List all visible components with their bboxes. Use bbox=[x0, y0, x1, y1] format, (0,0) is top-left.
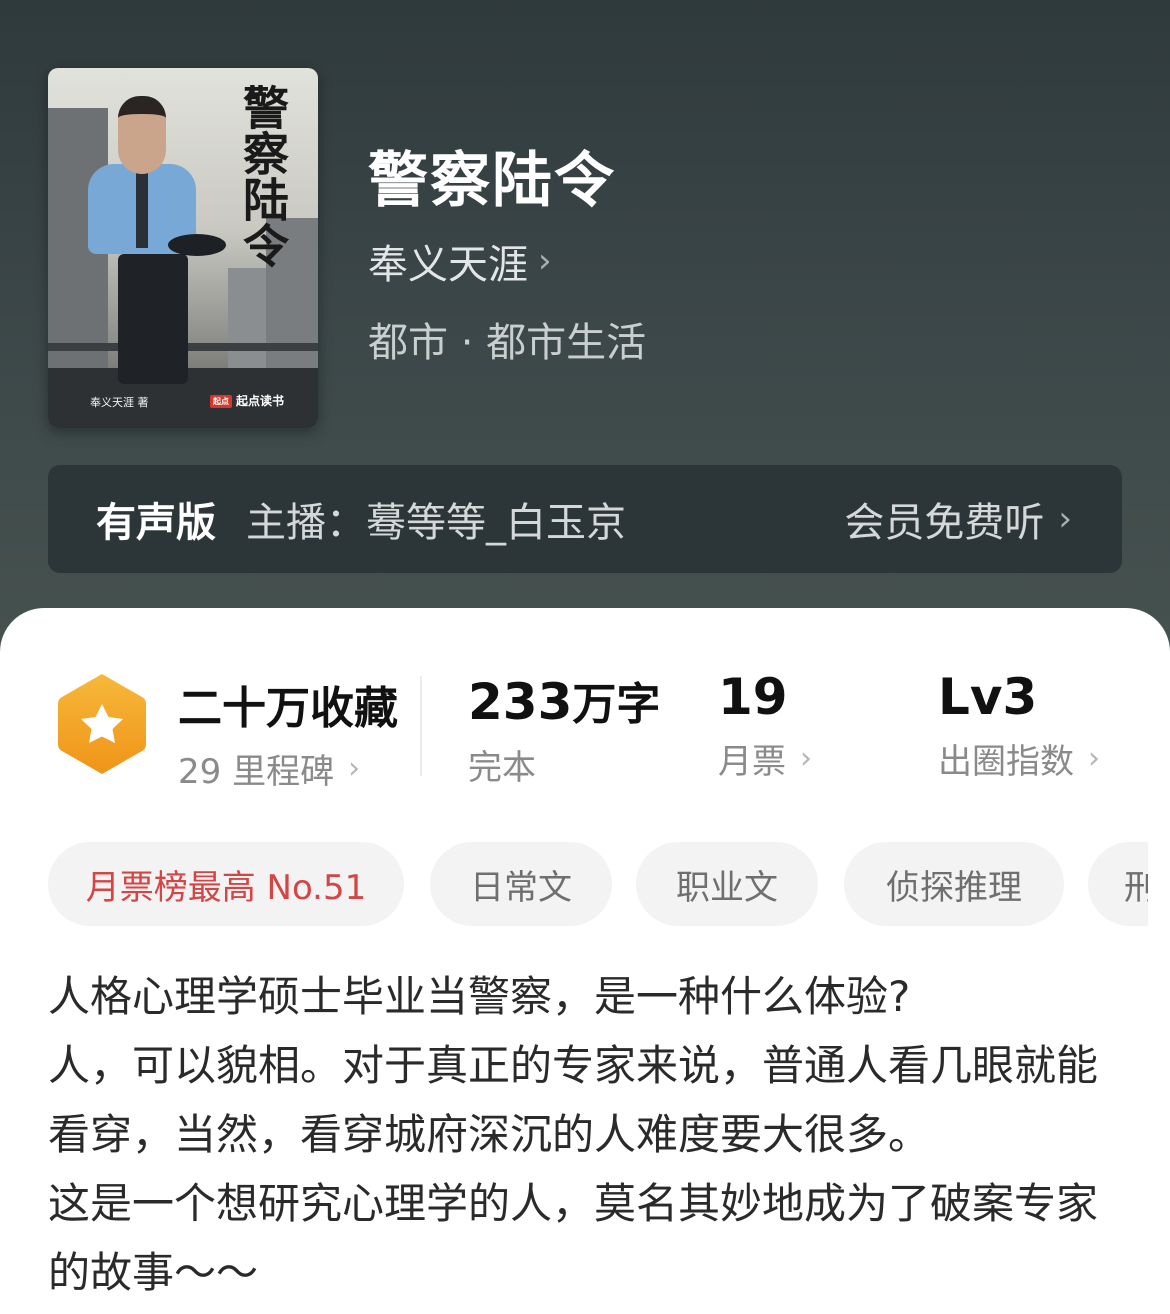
completion-status: 完本 bbox=[468, 748, 536, 788]
word-count-stat: 233万字 完本 bbox=[468, 668, 660, 789]
description-paragraph: 人格心理学硕士毕业当警察，是一种什么体验? bbox=[48, 972, 911, 1021]
author-name: 奉义天涯 bbox=[368, 242, 528, 288]
member-free-listen-button[interactable]: 会员免费听 › bbox=[844, 490, 1072, 548]
tag-item[interactable]: 日常文 bbox=[430, 842, 612, 926]
cover-author-tag: 奉义天涯 著 bbox=[90, 396, 149, 409]
word-count-unit: 万字 bbox=[572, 679, 661, 730]
chevron-right-icon: › bbox=[538, 241, 552, 281]
stat-divider bbox=[420, 676, 422, 776]
tag-item[interactable]: 刑 bbox=[1088, 842, 1148, 926]
tag-ranking[interactable]: 月票榜最高 No.51 bbox=[48, 842, 404, 926]
cover-figure-head bbox=[118, 96, 166, 174]
audio-anchor: 主播：蓦等等_白玉京 bbox=[246, 500, 626, 546]
chevron-right-icon: › bbox=[1088, 741, 1100, 776]
chevron-right-icon: › bbox=[800, 741, 812, 776]
chevron-right-icon: › bbox=[1058, 499, 1072, 539]
popularity-index-label: 出圈指数 bbox=[938, 742, 1074, 782]
milestone-label: 29 里程碑 bbox=[178, 752, 335, 792]
member-free-listen-label: 会员免费听 bbox=[844, 500, 1045, 546]
audio-label: 有声版 bbox=[96, 500, 216, 546]
cover-figure-legs bbox=[118, 254, 188, 384]
popularity-index-stat[interactable]: Lv3 出圈指数 › bbox=[938, 668, 1100, 783]
popularity-level: Lv3 bbox=[938, 668, 1038, 726]
book-cover[interactable]: 警察陆令 奉义天涯 著 起点 起点读书 bbox=[48, 68, 318, 428]
milestone-link[interactable]: 29 里程碑 › bbox=[178, 744, 398, 793]
collection-stat[interactable]: 二十万收藏 29 里程碑 › bbox=[178, 672, 398, 793]
author-link[interactable]: 奉义天涯 › bbox=[368, 232, 552, 290]
cover-publisher: 起点 起点读书 bbox=[210, 392, 284, 409]
description-paragraph: 这是一个想研究心理学的人，莫名其妙地成为了破案专家的故事～～ bbox=[48, 1179, 1099, 1297]
chevron-right-icon: › bbox=[348, 751, 361, 786]
description-paragraph: 人，可以貌相。对于真正的专家来说，普通人看几眼就能看穿，当然，看穿城府深沉的人难… bbox=[48, 1041, 1099, 1159]
collection-count: 二十万收藏 bbox=[178, 683, 398, 734]
tag-item[interactable]: 职业文 bbox=[636, 842, 818, 926]
cover-police-cap bbox=[168, 234, 226, 256]
book-genre: 都市 · 都市生活 bbox=[368, 320, 647, 366]
word-count-number: 233 bbox=[468, 673, 573, 731]
tag-list: 月票榜最高 No.51 日常文 职业文 侦探推理 刑 bbox=[48, 842, 1148, 928]
cover-calligraphy-title: 警察陆令 bbox=[236, 84, 290, 268]
book-title: 警察陆令 bbox=[368, 146, 616, 216]
monthly-ticket-stat[interactable]: 19 月票 › bbox=[718, 668, 812, 783]
book-description[interactable]: 人格心理学硕士毕业当警察，是一种什么体验? 人，可以貌相。对于真正的专家来说，普… bbox=[48, 962, 1128, 1307]
audio-version-bar[interactable]: 有声版 主播：蓦等等_白玉京 会员免费听 › bbox=[48, 465, 1122, 573]
star-hexagon-icon bbox=[58, 674, 146, 774]
monthly-ticket-label: 月票 bbox=[718, 742, 786, 782]
monthly-ticket-count: 19 bbox=[718, 668, 788, 726]
publisher-logo-icon: 起点 bbox=[210, 395, 232, 408]
tag-item[interactable]: 侦探推理 bbox=[844, 842, 1064, 926]
cover-figure-tie bbox=[136, 168, 148, 248]
publisher-name: 起点读书 bbox=[236, 394, 285, 408]
